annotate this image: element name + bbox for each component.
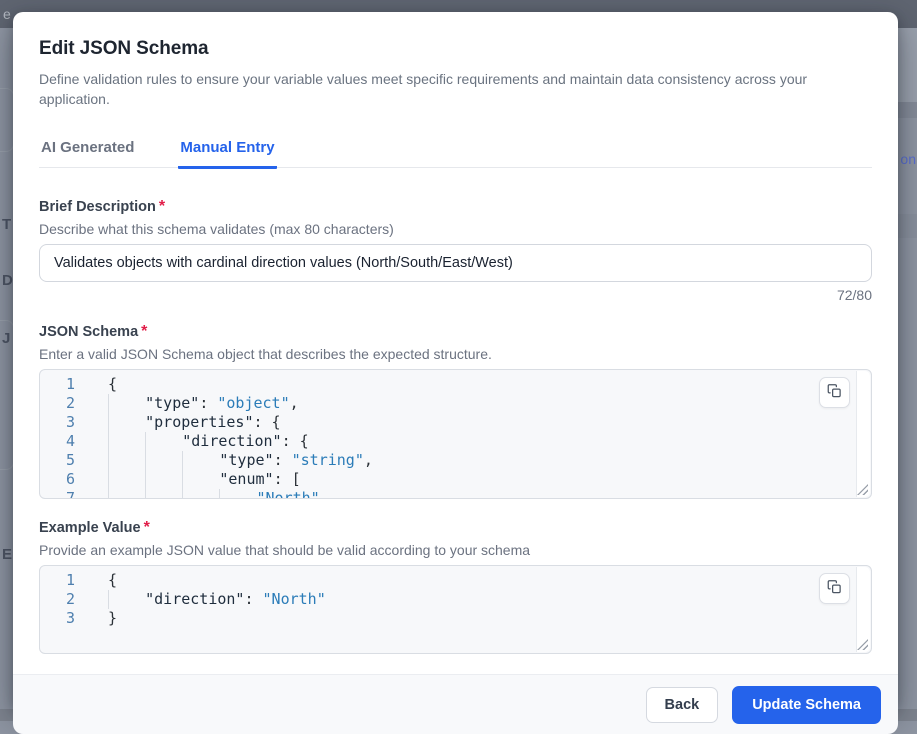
code-line: 3}	[40, 609, 871, 628]
line-number: 2	[40, 394, 88, 413]
indent-guide	[219, 489, 256, 499]
json-schema-editor[interactable]: 1{2 "type": "object",3 "properties": {4 …	[39, 369, 872, 499]
indent-guide	[145, 432, 182, 451]
tab-manual-entry[interactable]: Manual Entry	[178, 139, 276, 169]
dialog-description: Define validation rules to ensure your v…	[39, 69, 872, 109]
back-button[interactable]: Back	[646, 687, 719, 723]
code-line: 2 "type": "object",	[40, 394, 871, 413]
code-line: 1{	[40, 571, 871, 590]
code-line: 4 "direction": {	[40, 432, 871, 451]
copy-button[interactable]	[819, 573, 850, 604]
json-schema-label: JSON Schema*	[39, 323, 872, 341]
dimmed-text-fragment: J	[2, 330, 10, 347]
brief-description-field: Brief Description* Describe what this sc…	[39, 198, 872, 303]
edit-json-schema-dialog: Edit JSON Schema Define validation rules…	[13, 12, 898, 709]
code-line: 5 "type": "string",	[40, 451, 871, 470]
example-value-editor[interactable]: 1{2 "direction": "North"3}	[39, 565, 872, 654]
dimmed-page-row	[897, 28, 917, 102]
indent-guide	[145, 451, 182, 470]
dimmed-header-text-fragment: e	[3, 6, 11, 22]
tab-bar: AI Generated Manual Entry	[39, 139, 872, 168]
line-number: 3	[40, 609, 88, 628]
character-count: 72/80	[39, 287, 872, 303]
copy-button[interactable]	[819, 377, 850, 408]
line-number: 5	[40, 451, 88, 470]
code-line: 3 "properties": {	[40, 413, 871, 432]
indent-guide	[182, 470, 219, 489]
copy-icon	[827, 383, 842, 402]
dimmed-page-panel	[0, 88, 14, 152]
dimmed-text-fragment: T	[2, 216, 11, 233]
dialog-footer: Back Update Schema	[13, 674, 898, 734]
indent-guide	[108, 470, 145, 489]
update-schema-button[interactable]: Update Schema	[732, 686, 881, 724]
line-number: 3	[40, 413, 88, 432]
editor-scrollbar-track[interactable]	[856, 371, 870, 497]
dialog-title: Edit JSON Schema	[39, 38, 872, 60]
line-number: 6	[40, 470, 88, 489]
code-line: 7 "North",	[40, 489, 871, 499]
copy-icon	[827, 579, 842, 598]
line-number: 1	[40, 375, 88, 394]
brief-description-helper: Describe what this schema validates (max…	[39, 221, 872, 237]
indent-guide	[108, 432, 145, 451]
code-line: 6 "enum": [	[40, 470, 871, 489]
indent-guide	[182, 451, 219, 470]
indent-guide	[145, 470, 182, 489]
tab-ai-generated[interactable]: AI Generated	[39, 139, 136, 167]
required-asterisk: *	[141, 323, 147, 340]
code-line: 1{	[40, 375, 871, 394]
dimmed-page-row	[897, 214, 917, 238]
json-schema-field: JSON Schema* Enter a valid JSON Schema o…	[39, 323, 872, 499]
dimmed-text-fragment: E	[2, 546, 12, 563]
example-value-label: Example Value*	[39, 519, 872, 537]
brief-description-label: Brief Description*	[39, 198, 872, 216]
json-schema-helper: Enter a valid JSON Schema object that de…	[39, 346, 872, 362]
line-number: 2	[40, 590, 88, 609]
dimmed-link-fragment: on	[900, 151, 916, 167]
example-value-helper: Provide an example JSON value that shoul…	[39, 542, 872, 558]
dialog-body: Brief Description* Describe what this sc…	[13, 168, 898, 674]
line-number: 7	[40, 489, 88, 499]
indent-guide	[182, 489, 219, 499]
line-number: 1	[40, 571, 88, 590]
code-line: 2 "direction": "North"	[40, 590, 871, 609]
indent-guide	[108, 394, 145, 413]
line-number: 4	[40, 432, 88, 451]
required-asterisk: *	[159, 198, 165, 215]
dimmed-page-row	[897, 102, 917, 118]
dialog-header: Edit JSON Schema Define validation rules…	[13, 12, 898, 109]
indent-guide	[145, 489, 182, 499]
indent-guide	[108, 590, 145, 609]
dimmed-text-fragment: D	[2, 272, 13, 289]
indent-guide	[108, 413, 145, 432]
brief-description-input[interactable]	[39, 244, 872, 282]
required-asterisk: *	[144, 519, 150, 536]
example-value-field: Example Value* Provide an example JSON v…	[39, 519, 872, 654]
indent-guide	[108, 489, 145, 499]
indent-guide	[108, 451, 145, 470]
